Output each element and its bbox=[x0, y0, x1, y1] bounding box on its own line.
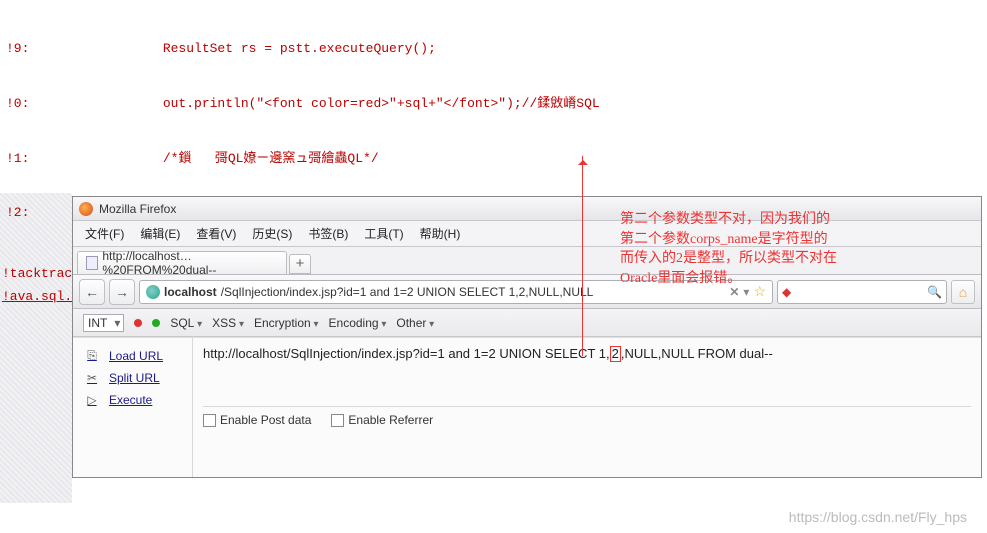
split-url-label: Split URL bbox=[109, 371, 160, 385]
execute-button[interactable]: ▷ Execute bbox=[77, 389, 188, 411]
menu-edit[interactable]: 编辑(E) bbox=[134, 223, 186, 244]
highlighted-param: 2 bbox=[610, 346, 621, 362]
menu-history[interactable]: 历史(S) bbox=[246, 223, 298, 244]
annot-line: 第二个参数corps_name是字符型的 bbox=[620, 230, 870, 250]
execute-icon: ▷ bbox=[83, 393, 101, 407]
load-icon: ⎘ bbox=[83, 348, 101, 363]
url-pre: http://localhost/SqlInjection/index.jsp?… bbox=[203, 346, 610, 361]
url-post: ,NULL,NULL FROM dual-- bbox=[621, 346, 773, 361]
window-title: Mozilla Firefox bbox=[99, 202, 176, 216]
back-button[interactable]: ← bbox=[79, 279, 105, 305]
indicator-red-icon bbox=[134, 319, 142, 327]
page-icon bbox=[86, 256, 98, 270]
annotation-arrow bbox=[582, 156, 583, 356]
load-url-button[interactable]: ⎘ Load URL bbox=[77, 344, 188, 367]
menu-help[interactable]: 帮助(H) bbox=[414, 223, 467, 244]
tab-label: http://localhost…%20FROM%20dual-- bbox=[102, 249, 278, 277]
menu-bookmarks[interactable]: 书签(B) bbox=[302, 223, 354, 244]
hackbar-toolbar: INT SQL XSS Encryption Encoding Other bbox=[73, 309, 981, 337]
hackbar-body: ⎘ Load URL ✂ Split URL ▷ Execute http://loc… bbox=[73, 337, 981, 477]
line-number: !2: bbox=[2, 204, 38, 222]
menu-file[interactable]: 文件(F) bbox=[79, 223, 130, 244]
line-number: !0: bbox=[2, 95, 38, 113]
execute-label: Execute bbox=[109, 393, 152, 407]
hackbar-side: ⎘ Load URL ✂ Split URL ▷ Execute bbox=[73, 338, 193, 477]
enable-referrer-label: Enable Referrer bbox=[348, 413, 433, 427]
menu-view[interactable]: 查看(V) bbox=[190, 223, 242, 244]
new-tab-button[interactable]: + bbox=[289, 254, 311, 274]
annot-line: 而传入的2是整型，所以类型不对在 bbox=[620, 249, 870, 269]
firefox-icon bbox=[79, 202, 93, 216]
checkbox-icon bbox=[203, 414, 216, 427]
code-text: /*鎻 彁QL嫽ㄧ邊窯ュ彁繪蟲QL*/ bbox=[38, 150, 985, 168]
annot-line: 第二个参数类型不对，因为我们的 bbox=[620, 210, 870, 230]
globe-icon bbox=[146, 285, 160, 299]
split-url-button[interactable]: ✂ Split URL bbox=[77, 367, 188, 389]
load-url-label: Load URL bbox=[109, 349, 163, 363]
line-number: !1: bbox=[2, 150, 38, 168]
checkbox-icon bbox=[331, 414, 344, 427]
browser-tab[interactable]: http://localhost…%20FROM%20dual-- bbox=[77, 251, 287, 274]
hackbar-url-text[interactable]: http://localhost/SqlInjection/index.jsp?… bbox=[203, 346, 971, 362]
tool-xss[interactable]: XSS bbox=[212, 316, 244, 330]
forward-button[interactable]: → bbox=[109, 279, 135, 305]
url-path: /SqlInjection/index.jsp?id=1 and 1=2 UNI… bbox=[221, 285, 594, 299]
tool-other[interactable]: Other bbox=[396, 316, 434, 330]
url-host: localhost bbox=[164, 285, 217, 299]
indicator-green-icon bbox=[152, 319, 160, 327]
annotation-text: 第二个参数类型不对，因为我们的 第二个参数corps_name是字符型的 而传入… bbox=[620, 210, 870, 288]
enable-post-checkbox[interactable]: Enable Post data bbox=[203, 413, 311, 427]
enable-post-label: Enable Post data bbox=[220, 413, 311, 427]
hackbar-options: Enable Post data Enable Referrer bbox=[203, 406, 971, 427]
tool-encoding[interactable]: Encoding bbox=[329, 316, 387, 330]
tool-encryption[interactable]: Encryption bbox=[254, 316, 319, 330]
home-button[interactable]: ⌂ bbox=[951, 280, 975, 304]
tool-sql[interactable]: SQL bbox=[170, 316, 202, 330]
code-text: ResultSet rs = pstt.executeQuery(); bbox=[38, 40, 985, 58]
hackbar-main: http://localhost/SqlInjection/index.jsp?… bbox=[193, 338, 981, 477]
code-text: out.println("<font color=red>"+sql+"</fo… bbox=[38, 95, 985, 113]
split-icon: ✂ bbox=[83, 371, 101, 385]
menu-tools[interactable]: 工具(T) bbox=[358, 223, 409, 244]
watermark: https://blog.csdn.net/Fly_hps bbox=[789, 509, 967, 525]
mode-select[interactable]: INT bbox=[83, 314, 124, 332]
annot-line: Oracle里面会报错。 bbox=[620, 269, 870, 289]
line-number: !9: bbox=[2, 40, 38, 58]
enable-referrer-checkbox[interactable]: Enable Referrer bbox=[331, 413, 433, 427]
